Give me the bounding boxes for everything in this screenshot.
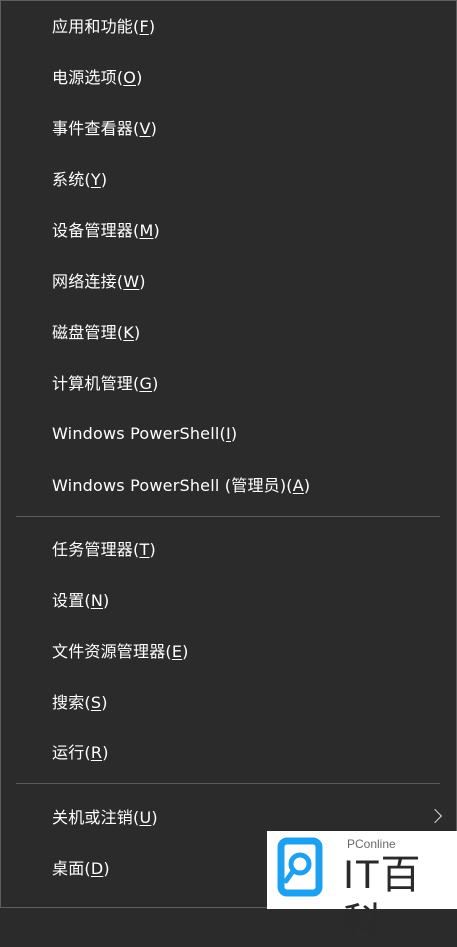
pconline-watermark: PConline IT百科 (267, 831, 457, 945)
accelerator-key: M (139, 221, 154, 240)
menu-item-disk-management[interactable]: 磁盘管理(K) (1, 311, 456, 351)
menu-item-event-viewer[interactable]: 事件查看器(V) (1, 107, 456, 147)
accelerator-key: W (123, 272, 140, 291)
accelerator-key: U (139, 808, 152, 827)
winx-context-menu: 应用和功能(F) 电源选项(O) 事件查看器(V) 系统(Y) 设备管理器(M)… (0, 0, 457, 945)
menu-item-label: 关机或注销 (52, 808, 134, 827)
menu-item-label: 任务管理器 (52, 540, 134, 559)
accelerator-key: D (90, 859, 104, 878)
accelerator-key: R (90, 743, 103, 762)
menu-item-network-connections[interactable]: 网络连接(W) (1, 260, 456, 300)
menu-item-shutdown-signout[interactable]: 关机或注销(U) (1, 796, 456, 836)
menu-item-label: 设置 (52, 591, 85, 610)
menu-item-label: 文件资源管理器 (52, 642, 166, 661)
menu-item-label: Windows PowerShell (管理员) (52, 476, 287, 495)
accelerator-key: E (171, 642, 183, 661)
accelerator-key: S (90, 693, 102, 712)
menu-item-label: 系统 (52, 170, 85, 189)
menu-item-label: 磁盘管理 (52, 323, 117, 342)
menu-item-task-manager[interactable]: 任务管理器(T) (1, 528, 456, 568)
menu-item-label: 运行 (52, 743, 85, 762)
menu-item-label: 桌面 (52, 859, 85, 878)
menu-item-label: 网络连接 (52, 272, 117, 291)
menu-item-label: 应用和功能 (52, 17, 134, 36)
accelerator-key: Y (90, 170, 101, 189)
menu-item-settings[interactable]: 设置(N) (1, 579, 456, 619)
chevron-right-icon (427, 808, 443, 824)
menu-item-powershell-admin[interactable]: Windows PowerShell (管理员)(A) (1, 464, 456, 504)
menu-item-apps-features[interactable]: 应用和功能(F) (1, 5, 456, 45)
accelerator-key: V (139, 119, 151, 138)
menu-item-device-manager[interactable]: 设备管理器(M) (1, 209, 456, 249)
menu-item-label: 事件查看器 (52, 119, 134, 138)
magnifier-logo-icon (277, 837, 323, 897)
menu-item-label: 计算机管理 (52, 374, 134, 393)
menu-item-powershell[interactable]: Windows PowerShell(I) (1, 413, 456, 453)
menu-item-run[interactable]: 运行(R) (1, 731, 456, 771)
accelerator-key: N (90, 591, 104, 610)
menu-item-label: 电源选项 (52, 68, 117, 87)
accelerator-key: A (292, 476, 304, 495)
menu-item-search[interactable]: 搜索(S) (1, 681, 456, 721)
menu-item-label: 搜索 (52, 693, 85, 712)
accelerator-key: T (139, 540, 150, 559)
watermark-big-text: IT百科 (343, 853, 422, 945)
accelerator-key: I (225, 423, 231, 443)
watermark-small-text: PConline (347, 837, 396, 851)
menu-item-power-options[interactable]: 电源选项(O) (1, 56, 456, 96)
accelerator-key: F (139, 17, 149, 36)
menu-item-file-explorer[interactable]: 文件资源管理器(E) (1, 630, 456, 670)
menu-item-system[interactable]: 系统(Y) (1, 158, 456, 198)
menu-separator (16, 516, 440, 517)
menu-item-label: Windows PowerShell (52, 423, 220, 443)
accelerator-key: G (139, 374, 153, 393)
accelerator-key: O (123, 68, 137, 87)
accelerator-key: K (123, 323, 134, 342)
menu-separator (16, 783, 440, 784)
menu-item-computer-management[interactable]: 计算机管理(G) (1, 362, 456, 402)
menu-item-label: 设备管理器 (52, 221, 134, 240)
